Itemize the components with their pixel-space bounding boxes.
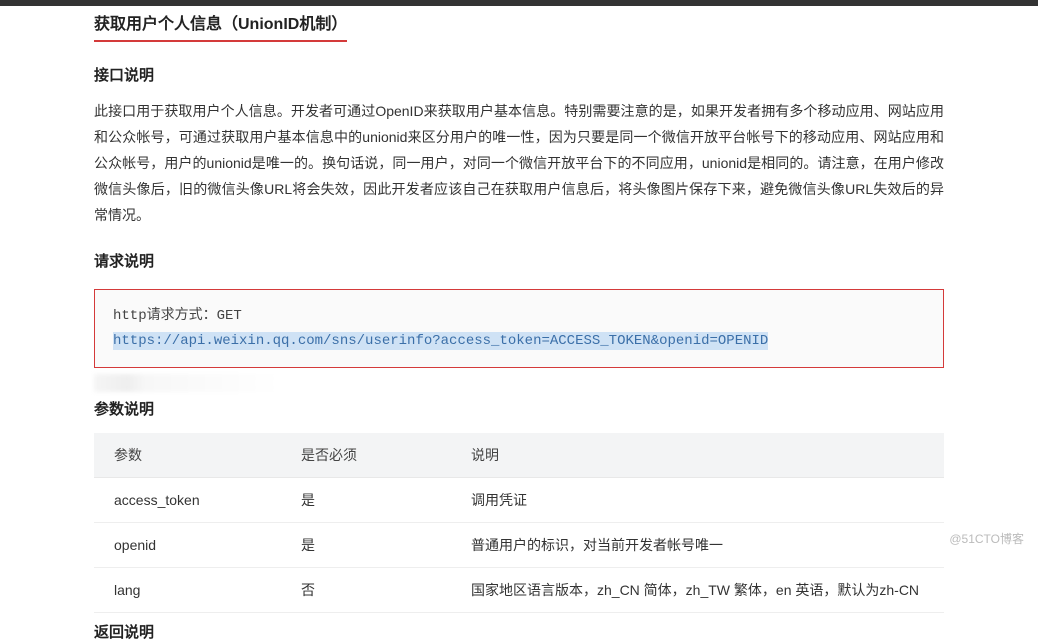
params-heading: 参数说明 — [94, 398, 944, 419]
http-method-line: http请求方式：GET — [113, 304, 925, 329]
redacted-strip — [94, 374, 434, 392]
table-header-row: 参数 是否必须 说明 — [94, 433, 944, 478]
param-required: 是 — [281, 478, 451, 523]
param-name: lang — [94, 568, 281, 613]
param-desc: 国家地区语言版本，zh_CN 简体，zh_TW 繁体，en 英语，默认为zh-C… — [451, 568, 944, 613]
table-header-param: 参数 — [94, 433, 281, 478]
table-header-desc: 说明 — [451, 433, 944, 478]
request-code-block: http请求方式：GET https://api.weixin.qq.com/s… — [94, 289, 944, 368]
param-required: 是 — [281, 523, 451, 568]
watermark: @51CTO博客 — [949, 530, 1024, 547]
params-table: 参数 是否必须 说明 access_token 是 调用凭证 openid 是 … — [94, 433, 944, 613]
request-heading: 请求说明 — [94, 250, 944, 271]
interface-description: 此接口用于获取用户个人信息。开发者可通过OpenID来获取用户基本信息。特别需要… — [94, 99, 944, 228]
param-required: 否 — [281, 568, 451, 613]
table-row: openid 是 普通用户的标识，对当前开发者帐号唯一 — [94, 523, 944, 568]
interface-heading: 接口说明 — [94, 64, 944, 85]
request-url[interactable]: https://api.weixin.qq.com/sns/userinfo?a… — [113, 332, 768, 350]
table-row: access_token 是 调用凭证 — [94, 478, 944, 523]
table-header-required: 是否必须 — [281, 433, 451, 478]
return-heading: 返回说明 — [94, 621, 944, 642]
page-title: 获取用户个人信息（UnionID机制） — [94, 10, 347, 42]
param-name: openid — [94, 523, 281, 568]
param-desc: 普通用户的标识，对当前开发者帐号唯一 — [451, 523, 944, 568]
document-content: 获取用户个人信息（UnionID机制） 接口说明 此接口用于获取用户个人信息。开… — [0, 6, 1038, 642]
table-row: lang 否 国家地区语言版本，zh_CN 简体，zh_TW 繁体，en 英语，… — [94, 568, 944, 613]
param-name: access_token — [94, 478, 281, 523]
param-desc: 调用凭证 — [451, 478, 944, 523]
